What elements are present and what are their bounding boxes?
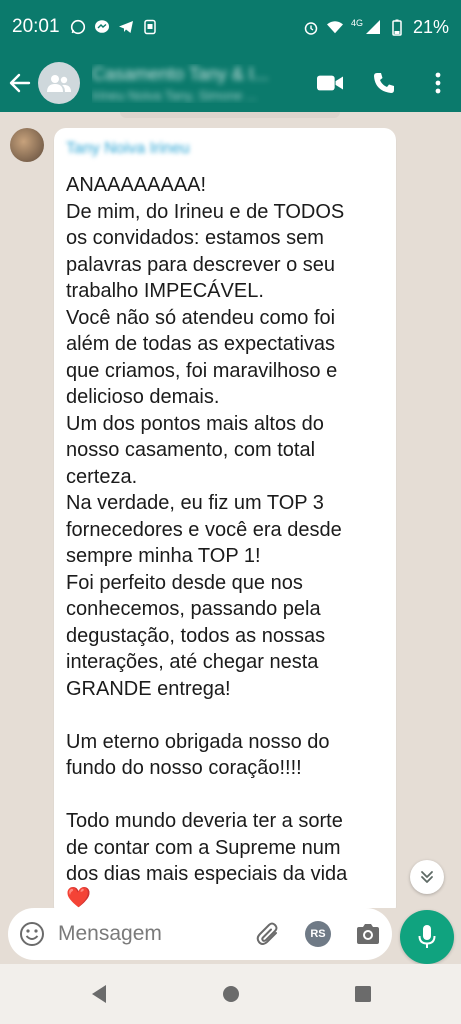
nav-back-button[interactable] — [88, 983, 110, 1005]
battery-icon — [389, 19, 405, 36]
app-notification-icon — [142, 19, 158, 35]
message-line: certeza. — [66, 465, 138, 488]
signal-icon — [365, 19, 381, 35]
rs-payment-button[interactable]: RS — [304, 920, 332, 948]
group-avatar[interactable] — [38, 62, 80, 104]
attach-button[interactable] — [254, 920, 282, 948]
message-line: Um dos pontos mais altos do — [66, 412, 324, 435]
nav-home-button[interactable] — [220, 983, 242, 1005]
chat-subtitle: Irineu Noiva Tany, Simone ... — [92, 87, 257, 103]
emoji-button[interactable] — [18, 920, 46, 948]
messages-area[interactable]: Tany Noiva Irineu ANAAAAAAAA! De mim, do … — [0, 112, 461, 908]
voice-call-button[interactable] — [371, 70, 397, 96]
message-sender[interactable]: Tany Noiva Irineu — [66, 138, 384, 160]
message-line — [66, 782, 384, 809]
rs-badge: RS — [305, 921, 331, 947]
message-line: degustação, todos as nossas — [66, 624, 326, 647]
message-line: Foi perfeito desde que nos — [66, 571, 303, 594]
back-button[interactable] — [8, 71, 32, 95]
whatsapp-icon — [70, 19, 86, 35]
message-text: ANAAAAAAAA! De mim, do Irineu e de TODOS o… — [66, 172, 384, 888]
nav-recents-button[interactable] — [352, 983, 374, 1005]
message-line: Um eterno obrigada nosso do — [66, 730, 330, 753]
telegram-icon — [118, 19, 134, 35]
system-icons: 4G 21% — [303, 17, 449, 38]
message-line — [66, 702, 384, 729]
message-line: interações, até chegar nesta — [66, 651, 319, 673]
message-bubble[interactable]: Tany Noiva Irineu ANAAAAAAAA! De mim, do … — [54, 128, 396, 908]
message-line: Todo mundo deveria ter a sorte — [66, 810, 343, 832]
composer-bar: RS — [0, 908, 461, 964]
previous-message-edge — [120, 112, 340, 118]
group-icon — [47, 75, 71, 92]
message-line: além de todas as expectativas — [66, 333, 336, 355]
message-line: conhecemos, passando pela — [66, 598, 321, 620]
battery-percent: 21% — [412, 16, 449, 37]
camera-icon — [357, 924, 379, 944]
message-line: ANAAAAAAAA! — [66, 174, 207, 196]
composer-actions: RS — [254, 920, 382, 948]
message-line: os convidados: estamos sem — [66, 227, 324, 249]
status-time: 20:01 — [12, 16, 60, 37]
message-line: dos dias mais especiais da vida — [66, 863, 348, 885]
video-camera-icon — [317, 75, 343, 91]
sender-avatar[interactable] — [10, 128, 44, 162]
message-line: trabalho IMPECÁVEL. — [66, 280, 264, 302]
alarm-icon — [303, 19, 319, 35]
message-input[interactable] — [58, 922, 238, 946]
microphone-icon — [418, 925, 436, 948]
message-line: delicioso demais. — [66, 386, 220, 408]
emoji-icon — [20, 922, 44, 946]
notification-icons — [70, 19, 158, 35]
message-line: sempre minha TOP 1! — [66, 545, 261, 567]
more-options-button[interactable] — [425, 70, 451, 96]
chat-info[interactable]: Casamento Tany & I... Irineu Noiva Tany,… — [92, 64, 312, 103]
message-line: palavras para descrever o seu — [66, 253, 336, 276]
message-line: GRANDE entrega! — [66, 677, 231, 700]
messenger-icon — [94, 19, 110, 35]
scroll-to-bottom-button[interactable] — [410, 860, 444, 894]
wifi-icon — [326, 19, 343, 35]
message-line: Você não só atendeu como foi — [66, 306, 336, 329]
message-line: nosso casamento, com total — [66, 439, 316, 461]
message-line: fundo do nosso coração!!!! — [66, 757, 302, 779]
triangle-back-icon — [91, 985, 106, 1003]
network-type: 4G — [350, 18, 363, 28]
chat-title: Casamento Tany & I... — [92, 63, 269, 84]
voice-message-button[interactable] — [400, 910, 454, 964]
message-line: fornecedores e você era desde — [66, 518, 342, 541]
system-nav-bar — [0, 964, 461, 1024]
composer-pill: RS — [8, 908, 392, 960]
phone-icon — [374, 73, 394, 93]
message-line: que criamos, foi maravilhoso e — [66, 359, 338, 382]
message-line: De mim, do Irineu e de TODOS — [66, 200, 345, 223]
paperclip-icon — [256, 922, 278, 945]
square-recents-icon — [354, 986, 371, 1002]
camera-button[interactable] — [354, 920, 382, 948]
double-chevron-down-icon — [421, 871, 433, 883]
message-line: Na verdade, eu fiz um TOP 3 — [66, 492, 324, 514]
chat-header: Casamento Tany & I... Irineu Noiva Tany,… — [0, 54, 461, 112]
circle-home-icon — [222, 986, 239, 1002]
status-bar: 20:01 4G 21% — [0, 0, 461, 54]
message-line: de contar com a Supreme num — [66, 836, 341, 859]
arrow-left-icon — [9, 73, 31, 93]
video-call-button[interactable] — [317, 70, 343, 96]
header-actions — [317, 70, 451, 96]
heart-emoji: ❤️ — [66, 886, 91, 908]
more-vertical-icon — [435, 72, 441, 94]
